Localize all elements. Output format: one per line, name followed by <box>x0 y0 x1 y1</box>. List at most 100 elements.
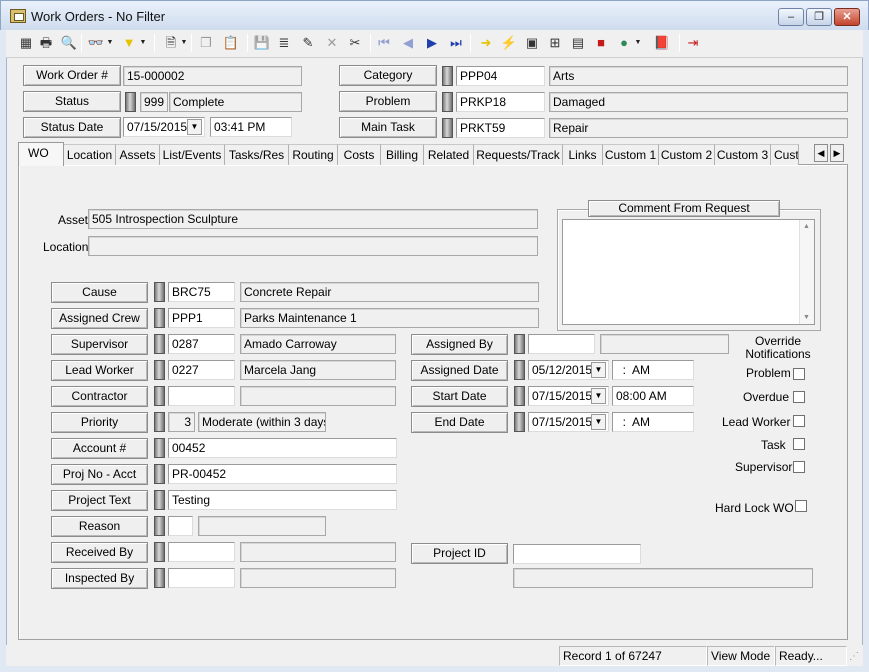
crew-code-field[interactable]: PPP1 <box>168 308 235 328</box>
tab-routing[interactable]: Routing <box>289 144 338 165</box>
chevron-down-icon[interactable]: ▼ <box>591 414 606 430</box>
category-button[interactable]: Category <box>339 65 437 86</box>
inspected-by-button[interactable]: Inspected By <box>51 568 148 589</box>
globe-dropdown-icon[interactable]: ▼ <box>634 33 642 53</box>
supervisor-code-field[interactable]: 0287 <box>168 334 235 354</box>
category-code-field[interactable]: PPP04 <box>456 66 545 86</box>
end-date-button[interactable]: End Date <box>411 412 508 433</box>
override-supervisor-checkbox[interactable] <box>793 461 805 473</box>
start-date-grip[interactable] <box>514 386 525 406</box>
cause-button[interactable]: Cause <box>51 282 148 303</box>
end-date-grip[interactable] <box>514 412 525 432</box>
reason-code-field[interactable] <box>168 516 193 536</box>
start-date-button[interactable]: Start Date <box>411 386 508 407</box>
priority-button[interactable]: Priority <box>51 412 148 433</box>
previous-record-icon[interactable]: ◀ <box>398 33 418 53</box>
print-icon[interactable]: 🖶 <box>36 33 56 53</box>
comment-scrollbar[interactable]: ▲ ▼ <box>799 220 814 324</box>
override-task-checkbox[interactable] <box>793 438 805 450</box>
title-bar[interactable]: Work Orders - No Filter – ❐ ✕ <box>0 0 869 30</box>
tab-assets[interactable]: Assets <box>116 144 160 165</box>
assigned-by-code-field[interactable] <box>528 334 595 354</box>
toolbox-icon[interactable]: ■ <box>591 33 611 53</box>
end-time-field[interactable]: : AM <box>612 412 694 432</box>
map-icon[interactable]: ▣ <box>522 33 542 53</box>
filter-dropdown-icon[interactable]: ▼ <box>139 33 147 53</box>
lead-worker-button[interactable]: Lead Worker <box>51 360 148 381</box>
crew-lookup-grip[interactable] <box>154 308 165 328</box>
status-lookup-grip[interactable] <box>125 92 136 112</box>
lead-lookup-grip[interactable] <box>154 360 165 380</box>
tab-tasks-res[interactable]: Tasks/Res <box>225 144 289 165</box>
binoculars-icon[interactable]: 👓 <box>86 33 106 53</box>
assigned-date-button[interactable]: Assigned Date <box>411 360 508 381</box>
reason-button[interactable]: Reason <box>51 516 148 537</box>
comment-from-request-button[interactable]: Comment From Request <box>588 200 780 217</box>
assigned-crew-button[interactable]: Assigned Crew <box>51 308 148 329</box>
location-field[interactable] <box>88 236 538 256</box>
contractor-lookup-grip[interactable] <box>154 386 165 406</box>
contractor-code-field[interactable] <box>168 386 235 406</box>
account-button[interactable]: Account # <box>51 438 148 459</box>
supervisor-lookup-grip[interactable] <box>154 334 165 354</box>
start-time-field[interactable]: 08:00 AM <box>612 386 694 406</box>
binoculars-dropdown-icon[interactable]: ▼ <box>106 33 114 53</box>
status-button[interactable]: Status <box>23 91 121 112</box>
grid-icon[interactable]: ▦ <box>16 33 36 53</box>
scissors-icon[interactable]: ✂ <box>345 33 365 53</box>
layers-icon[interactable]: ≣ <box>274 33 294 53</box>
chevron-down-icon[interactable]: ▼ <box>591 388 606 404</box>
exit-icon[interactable]: ⇥ <box>683 33 703 53</box>
projtext-lookup-grip[interactable] <box>154 490 165 510</box>
document-icon[interactable]: 🗎 <box>161 33 181 53</box>
tab-scroll-left-icon[interactable]: ◀ <box>814 144 828 162</box>
tab-wo[interactable]: WO <box>18 142 64 166</box>
tab-location[interactable]: Location <box>64 144 116 165</box>
chevron-down-icon[interactable]: ▼ <box>591 362 606 378</box>
restore-button[interactable]: ❐ <box>806 8 832 26</box>
tab-billing[interactable]: Billing <box>381 144 424 165</box>
main-task-lookup-grip[interactable] <box>442 118 453 138</box>
tab-custom-3[interactable]: Custom 3 <box>715 144 771 165</box>
globe-icon[interactable]: ● <box>614 33 634 53</box>
assigned-time-field[interactable]: : AM <box>612 360 694 380</box>
next-record-icon[interactable]: ▶ <box>422 33 442 53</box>
asset-field[interactable]: 505 Introspection Sculpture <box>88 209 538 229</box>
hard-lock-checkbox[interactable] <box>795 500 807 512</box>
pencil-icon[interactable]: ✎ <box>298 33 318 53</box>
reason-lookup-grip[interactable] <box>154 516 165 536</box>
problem-code-field[interactable]: PRKP18 <box>456 92 545 112</box>
category-lookup-grip[interactable] <box>442 66 453 86</box>
close-button[interactable]: ✕ <box>834 8 860 26</box>
delete-icon[interactable]: ✕ <box>322 33 342 53</box>
cause-lookup-grip[interactable] <box>154 282 165 302</box>
filter-icon[interactable]: ▼ <box>119 33 139 53</box>
received-lookup-grip[interactable] <box>154 542 165 562</box>
tab-custom-1[interactable]: Custom 1 <box>603 144 659 165</box>
image-icon[interactable]: ▤ <box>568 33 588 53</box>
tab-related[interactable]: Related <box>424 144 474 165</box>
book-icon[interactable]: 📕 <box>652 33 672 53</box>
problem-button[interactable]: Problem <box>339 91 437 112</box>
priority-code-field[interactable]: 3 <box>168 412 195 432</box>
cause-code-field[interactable]: BRC75 <box>168 282 235 302</box>
first-record-icon[interactable]: ⏮ <box>374 33 394 53</box>
override-problem-checkbox[interactable] <box>793 368 805 380</box>
inspected-lookup-grip[interactable] <box>154 568 165 588</box>
projno-lookup-grip[interactable] <box>154 464 165 484</box>
proj-no-acct-field[interactable]: PR-00452 <box>168 464 397 484</box>
tab-custom[interactable]: Custom <box>771 144 799 165</box>
inspected-by-code-field[interactable] <box>168 568 235 588</box>
last-record-icon[interactable]: ⏭ <box>446 33 466 53</box>
assigned-by-lookup-grip[interactable] <box>514 334 525 354</box>
status-time-field[interactable]: 03:41 PM <box>210 117 292 137</box>
tab-links[interactable]: Links <box>563 144 603 165</box>
project-id-button[interactable]: Project ID <box>411 543 508 564</box>
problem-lookup-grip[interactable] <box>442 92 453 112</box>
save-icon[interactable]: 💾 <box>252 33 272 53</box>
work-order-field[interactable]: 15-000002 <box>123 66 302 86</box>
main-task-code-field[interactable]: PRKT59 <box>456 118 545 138</box>
comment-textarea[interactable] <box>562 219 815 325</box>
minimize-button[interactable]: – <box>778 8 804 26</box>
account-field[interactable]: 00452 <box>168 438 397 458</box>
